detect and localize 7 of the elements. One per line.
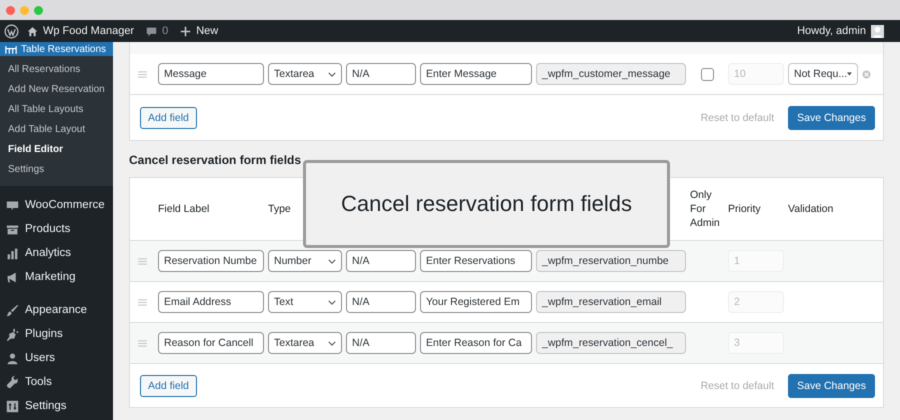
column-header: Type [268, 202, 292, 216]
caption-tooltip: Cancel reservation form fields [303, 160, 670, 248]
column-header: Priority [728, 202, 762, 216]
column-header: Field Label [158, 202, 210, 216]
section-heading: Cancel reservation form fields [129, 153, 302, 167]
column-header: Validation [788, 202, 834, 216]
column-header: Only For Admin [690, 188, 721, 230]
